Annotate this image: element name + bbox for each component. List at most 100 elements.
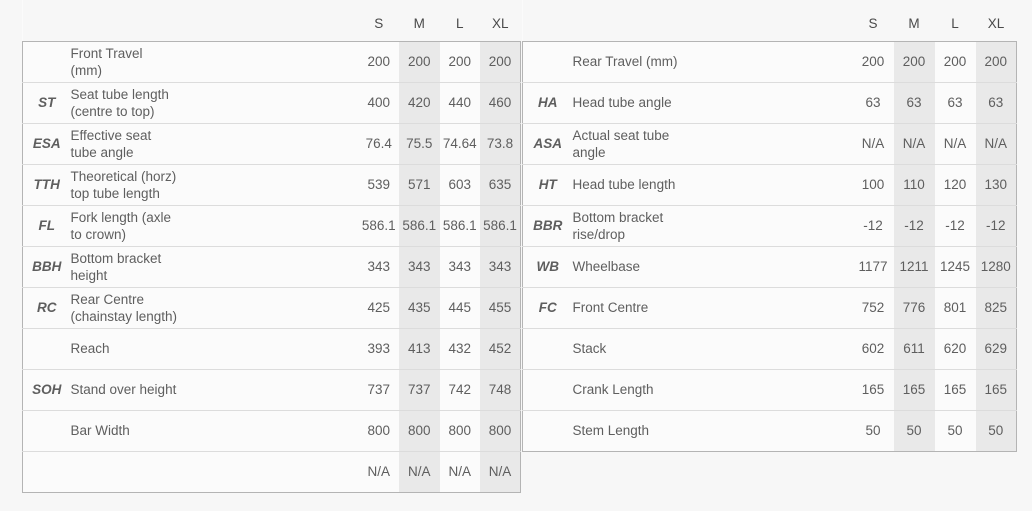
row-abbreviation <box>22 410 71 452</box>
row-description: Head tube angle <box>572 82 853 124</box>
row-abbreviation: RC <box>22 287 71 329</box>
geometry-table-right: S M L XL Rear Travel (mm) 200 200 200 200 HA H… <box>522 0 1017 452</box>
value-cell-l: N/A <box>934 123 976 165</box>
table-body-left: Front Travel (mm) 200 200 200 200 ST Seat tube … <box>22 41 521 493</box>
value-cell-l: 200 <box>439 41 480 83</box>
row-description-line: Bottom bracket <box>70 250 162 266</box>
value-cell-m: 200 <box>399 41 440 83</box>
table-row: ASA Actual seat tube angle N/A N/A N/A N/A <box>522 123 1017 165</box>
row-description-line: Head tube angle <box>572 95 672 111</box>
row-description-line: angle <box>572 145 606 160</box>
table-row: HT Head tube length 100 110 120 130 <box>522 164 1017 206</box>
size-header-row: S M L XL <box>22 0 521 42</box>
table-row: Stack 602 611 620 629 <box>522 328 1017 370</box>
value-cell-l: 120 <box>934 164 976 206</box>
value-cell-xl: 50 <box>975 410 1017 452</box>
row-description-line: Crank Length <box>572 382 654 398</box>
value-cell-s: N/A <box>852 123 894 165</box>
row-description: Head tube length <box>572 164 853 206</box>
row-abbreviation: BBH <box>22 246 71 288</box>
value-cell-xl: 165 <box>975 369 1017 411</box>
value-cell-s: 1177 <box>852 246 894 288</box>
row-abbreviation <box>522 328 573 370</box>
row-abbreviation: ST <box>22 82 71 124</box>
size-header-l: L <box>934 0 976 42</box>
header-desc-spacer <box>70 0 359 42</box>
table-row: BBR Bottom bracket rise/drop -12 -12 -12 -12 <box>522 205 1017 247</box>
value-cell-xl: 586.1 <box>480 205 521 247</box>
value-cell-l: 801 <box>934 287 976 329</box>
row-description-line: (chainstay length) <box>70 309 178 324</box>
value-cell-l: 432 <box>439 328 480 370</box>
table-row: WB Wheelbase 1177 1211 1245 1280 <box>522 246 1017 288</box>
table-row: SOH Stand over height 737 737 742 748 <box>22 369 521 411</box>
row-abbreviation <box>22 41 71 83</box>
row-description: Seat tube length (centre to top) <box>70 82 359 124</box>
row-abbreviation: FL <box>22 205 71 247</box>
value-cell-m: 1211 <box>893 246 935 288</box>
row-description: Bar Width <box>70 410 359 452</box>
row-description-line: Effective seat <box>70 127 152 143</box>
value-cell-xl: 629 <box>975 328 1017 370</box>
row-description-line: Head tube length <box>572 177 676 193</box>
value-cell-xl: 200 <box>975 41 1017 83</box>
value-cell-xl: 455 <box>480 287 521 329</box>
value-cell-s: 602 <box>852 328 894 370</box>
table-body-right: Rear Travel (mm) 200 200 200 200 HA Head tube … <box>522 41 1017 452</box>
value-cell-xl: 635 <box>480 164 521 206</box>
row-abbreviation: ASA <box>522 123 573 165</box>
row-abbreviation: HA <box>522 82 573 124</box>
table-row: N/A N/A N/A N/A <box>22 451 521 493</box>
row-description-line: to crown) <box>70 227 127 242</box>
row-description-line: Fork length (axle <box>70 209 172 225</box>
row-description: Rear Centre (chainstay length) <box>70 287 359 329</box>
value-cell-xl: 343 <box>480 246 521 288</box>
value-cell-m: 737 <box>399 369 440 411</box>
value-cell-s: -12 <box>852 205 894 247</box>
table-row: Stem Length 50 50 50 50 <box>522 410 1017 452</box>
row-description-line: Bar Width <box>70 423 130 439</box>
value-cell-m: 200 <box>893 41 935 83</box>
row-description-line: Actual seat tube <box>572 127 670 143</box>
table-row: Bar Width 800 800 800 800 <box>22 410 521 452</box>
value-cell-m: 110 <box>893 164 935 206</box>
row-description-line: height <box>70 268 108 283</box>
value-cell-m: 435 <box>399 287 440 329</box>
value-cell-l: 165 <box>934 369 976 411</box>
geometry-spec-page: S M L XL Front Travel (mm) 200 200 200 200 ST S… <box>0 0 1032 511</box>
value-cell-m: 413 <box>399 328 440 370</box>
row-description: Stand over height <box>70 369 359 411</box>
row-abbreviation <box>522 369 573 411</box>
row-description-line: Rear Travel (mm) <box>572 54 678 70</box>
row-abbreviation: HT <box>522 164 573 206</box>
row-abbreviation: SOH <box>22 369 71 411</box>
value-cell-m: 50 <box>893 410 935 452</box>
value-cell-s: 539 <box>358 164 399 206</box>
value-cell-s: 737 <box>358 369 399 411</box>
value-cell-s: 50 <box>852 410 894 452</box>
row-description-line: Reach <box>70 341 110 357</box>
row-description-line: (centre to top) <box>70 104 155 119</box>
value-cell-s: 393 <box>358 328 399 370</box>
table-header-right: S M L XL <box>522 0 1017 42</box>
value-cell-xl: 800 <box>480 410 521 452</box>
row-description: Bottom bracket rise/drop <box>572 205 853 247</box>
value-cell-l: 603 <box>439 164 480 206</box>
value-cell-l: 800 <box>439 410 480 452</box>
table-row: HA Head tube angle 63 63 63 63 <box>522 82 1017 124</box>
row-description <box>70 451 359 493</box>
table-row: Front Travel (mm) 200 200 200 200 <box>22 41 521 83</box>
row-description: Reach <box>70 328 359 370</box>
row-description-line: Seat tube length <box>70 86 169 102</box>
value-cell-xl: 452 <box>480 328 521 370</box>
value-cell-m: 165 <box>893 369 935 411</box>
value-cell-s: 200 <box>358 41 399 83</box>
value-cell-m: 800 <box>399 410 440 452</box>
value-cell-s: 76.4 <box>358 123 399 165</box>
value-cell-xl: N/A <box>975 123 1017 165</box>
value-cell-s: N/A <box>358 451 399 493</box>
value-cell-s: 165 <box>852 369 894 411</box>
value-cell-m: 611 <box>893 328 935 370</box>
row-description: Theoretical (horz) top tube length <box>70 164 359 206</box>
row-abbreviation: WB <box>522 246 573 288</box>
